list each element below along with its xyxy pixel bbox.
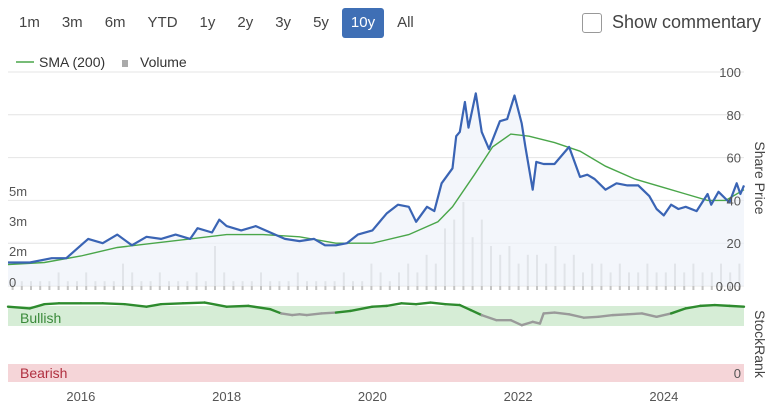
stockrank-segment <box>43 302 61 306</box>
x-tick-label: 2016 <box>66 389 95 404</box>
stockrank-segment <box>611 313 629 317</box>
stockrank-panel: Bullish Bearish 0 <box>6 301 746 382</box>
price-lines <box>7 92 746 287</box>
stockrank-segment <box>280 312 294 317</box>
volume-tick-label: 2m <box>9 244 27 259</box>
volume-legend-label: Volume <box>140 54 187 70</box>
stockrank-segment <box>101 302 126 306</box>
bullish-band <box>8 306 744 326</box>
volume-tick-label: 5m <box>9 184 27 199</box>
stockrank-segment <box>626 312 644 316</box>
stockrank-segment <box>582 315 600 319</box>
stockrank-segment <box>159 302 185 306</box>
stockrank-segment <box>6 305 32 310</box>
stockrank-segment <box>699 303 717 308</box>
stockrank-segment <box>225 304 250 308</box>
price-tick-label: 40 <box>727 193 741 208</box>
price-tick-label: 100 <box>719 65 741 80</box>
share-price-chart: Bullish Bearish 0 2016 2018 2020 2022 2024 100 8… <box>6 54 768 404</box>
share-price-axis-title: Share Price <box>752 141 768 214</box>
stockrank-segment <box>305 312 323 317</box>
x-tick-label: 2022 <box>504 389 533 404</box>
stockrank-segment <box>334 309 352 314</box>
x-tick-label: 2020 <box>358 389 387 404</box>
stockrank-segment <box>400 302 418 306</box>
stockrank-segment <box>553 311 571 316</box>
volume-tick-label: 3m <box>9 214 27 229</box>
sma-legend-label: SMA (200) <box>39 54 105 70</box>
stockrank-segment <box>414 301 432 306</box>
stockrank-segment <box>385 302 403 308</box>
stockrank-segment <box>542 311 556 315</box>
stockrank-segment <box>597 313 615 318</box>
stockrank-segment <box>444 303 462 307</box>
x-tick-label: 2024 <box>649 389 678 404</box>
chart-legend: SMA (200) Volume <box>16 54 187 70</box>
x-tick-label: 2018 <box>212 389 241 404</box>
stockrank-zero-label: 0 <box>734 366 741 381</box>
price-tick-label: 60 <box>727 151 741 166</box>
price-tick-label: 0.00 <box>716 279 741 294</box>
stockrank-segment <box>320 311 338 315</box>
bullish-label: Bullish <box>20 310 61 326</box>
stockrank-segment <box>371 304 389 308</box>
price-tick-label: 80 <box>727 108 741 123</box>
price-area <box>8 93 744 287</box>
stockrank-segment <box>728 304 746 308</box>
stockrank-segment <box>181 301 206 305</box>
bearish-label: Bearish <box>20 365 67 381</box>
price-tick-label: 20 <box>727 236 741 251</box>
bearish-band <box>8 364 744 382</box>
volume-tick-label: 0 <box>9 275 16 290</box>
stockrank-segment <box>713 303 731 308</box>
stockrank-axis-title: StockRank <box>752 310 768 379</box>
stockrank-segment <box>429 301 447 306</box>
volume-legend-swatch <box>122 60 128 67</box>
